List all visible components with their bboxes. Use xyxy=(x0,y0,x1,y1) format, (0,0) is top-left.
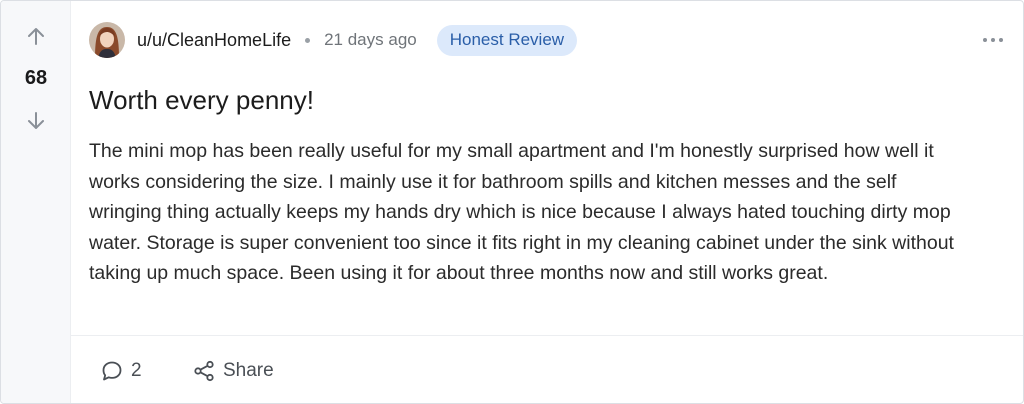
more-options-button[interactable] xyxy=(981,29,1005,51)
upvote-button[interactable] xyxy=(21,21,51,51)
post-body: u/u/CleanHomeLife 21 days ago Honest Rev… xyxy=(71,1,1023,403)
comment-bubble-icon xyxy=(102,361,122,381)
author-username[interactable]: u/u/CleanHomeLife xyxy=(137,30,291,51)
more-horizontal-icon xyxy=(983,38,1003,42)
avatar-image xyxy=(89,22,125,58)
post-content: The mini mop has been really useful for … xyxy=(89,140,954,284)
avatar[interactable] xyxy=(89,22,125,58)
post-title[interactable]: Worth every penny! xyxy=(89,85,314,116)
post-timestamp: 21 days ago xyxy=(324,30,417,49)
post-footer: 2 Share xyxy=(71,335,1023,403)
arrow-down-icon xyxy=(28,112,44,129)
vote-column: 68 xyxy=(1,1,71,403)
comments-button[interactable]: 2 xyxy=(101,356,142,386)
downvote-button[interactable] xyxy=(21,106,51,136)
post-card: 68 u/u/CleanHomeLife 21 days ago Honest … xyxy=(0,0,1024,404)
post-header: u/u/CleanHomeLife 21 days ago Honest Rev… xyxy=(89,21,1005,59)
vote-score: 68 xyxy=(24,67,48,89)
separator-dot xyxy=(305,37,311,43)
share-button[interactable]: Share xyxy=(193,356,274,386)
comments-count: 2 xyxy=(131,360,142,381)
arrow-up-icon xyxy=(28,28,44,45)
flair-badge[interactable]: Honest Review xyxy=(436,24,578,56)
share-label: Share xyxy=(223,360,274,381)
share-icon xyxy=(194,360,214,382)
